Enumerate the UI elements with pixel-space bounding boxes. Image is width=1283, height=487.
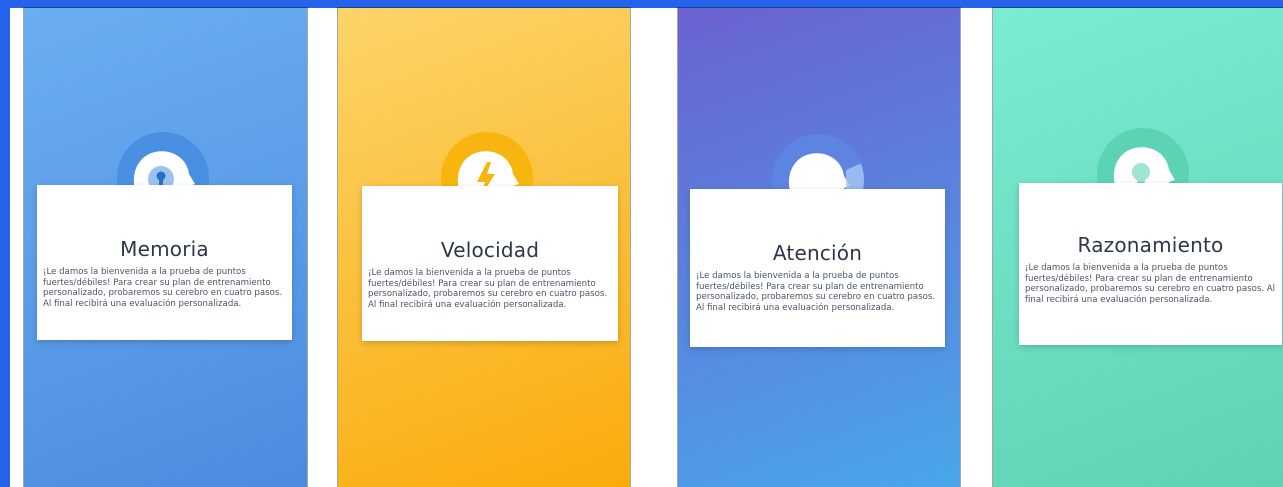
razonamiento-title: Razonamiento — [1077, 233, 1224, 257]
atencion-body: ¡Le damos la bienvenida a la prueba de p… — [696, 271, 936, 313]
atencion-title: Atención — [772, 241, 863, 265]
velocidad-title: Velocidad — [440, 238, 540, 262]
velocidad-card: Velocidad ¡Le damos la bienvenida a la p… — [362, 186, 618, 341]
memoria-card: Memoria ¡Le damos la bienvenida a la pru… — [37, 185, 292, 340]
memoria-title: Memoria — [120, 237, 209, 261]
razonamiento-body: ¡Le damos la bienvenida a la prueba de p… — [1025, 263, 1276, 305]
velocidad-body: ¡Le damos la bienvenida a la prueba de p… — [368, 268, 608, 310]
screen-velocidad: Velocidad ¡Le damos la bienvenida a la p… — [338, 8, 630, 487]
memoria-body: ¡Le damos la bienvenida a la prueba de p… — [43, 267, 283, 309]
screen-razonamiento: Razonamiento ¡Le damos la bienvenida a l… — [993, 8, 1283, 487]
atencion-card: Atención ¡Le damos la bienvenida a la pr… — [690, 189, 945, 347]
razonamiento-card: Razonamiento ¡Le damos la bienvenida a l… — [1019, 183, 1282, 345]
screen-atencion: Atención ¡Le damos la bienvenida a la pr… — [678, 8, 960, 487]
screen-memoria: Memoria ¡Le damos la bienvenida a la pru… — [24, 8, 307, 487]
